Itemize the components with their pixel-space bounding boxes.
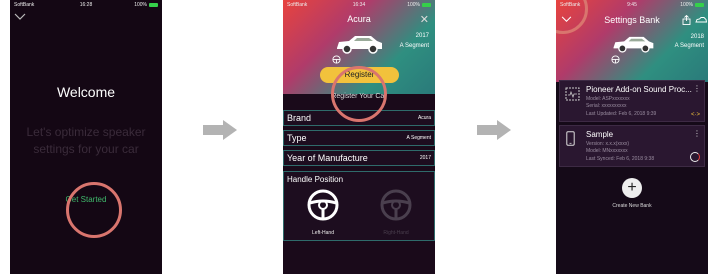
handle-position-panel: Handle Position Left-Hand Right-Hand: [283, 171, 435, 241]
processor-icon: [565, 87, 580, 101]
card-model: Model: MNxxxxxxx: [586, 148, 628, 154]
right-hand-label: Right-Hand: [383, 230, 409, 236]
card-version: Version: x.x.x(xxxx): [586, 141, 630, 147]
right-hand-wheel-icon[interactable]: [379, 188, 413, 222]
year-row[interactable]: Year of Manufacture 2017: [283, 150, 435, 166]
year-value: 2017: [419, 155, 431, 161]
welcome-screen: SoftBank 16:28 100% Welcome Let's optimi…: [10, 0, 162, 274]
type-row[interactable]: Type A Segment: [283, 130, 435, 146]
sync-arrows-icon[interactable]: <·>: [691, 112, 700, 118]
status-bar: SoftBank 16:28 100%: [10, 0, 162, 10]
type-label: Type: [287, 133, 307, 143]
left-hand-wheel-icon[interactable]: [306, 188, 340, 222]
year-label: Year of Manufacture: [287, 153, 368, 163]
add-bank-button[interactable]: +: [622, 178, 642, 198]
card-title: Pioneer Add-on Sound Proc...: [586, 85, 692, 94]
steering-wheel-icon: [332, 55, 341, 64]
car-title: Acura: [347, 14, 371, 24]
car-icon: [613, 36, 654, 53]
status-bar: SoftBank 16:34 100%: [283, 0, 435, 10]
left-hand-label: Left-Hand: [312, 230, 334, 236]
bank-card-sample[interactable]: Sample Version: x.x.x(xxxx) Model: MNxxx…: [559, 125, 705, 167]
close-icon[interactable]: ✕: [420, 13, 429, 26]
bank-card-processor[interactable]: Pioneer Add-on Sound Proc... Model: ASPx…: [559, 80, 705, 122]
clock: 16:28: [79, 2, 93, 8]
next-step-arrow-icon: [203, 120, 237, 140]
card-serial: Serial: xxxxxxxxxx: [586, 103, 627, 109]
brand-value: Acura: [417, 115, 431, 121]
card-synced: Last Synced: Feb 6, 2018 9:38: [586, 156, 655, 162]
more-options-icon[interactable]: ⋮: [693, 84, 701, 93]
car-switch-icon[interactable]: [695, 17, 707, 24]
card-updated: Last Updated: Feb 6, 2018 9:39: [586, 111, 657, 117]
clock: 16:34: [352, 2, 366, 8]
car-segment: A Segment: [674, 43, 704, 49]
register-car-screen: SoftBank 16:34 100% Acura ✕ 2017 A Segme…: [283, 0, 435, 274]
card-model: Model: ASPxxxxxxx: [586, 96, 630, 102]
car-icon: [337, 36, 382, 54]
more-options-icon[interactable]: ⋮: [693, 129, 701, 138]
next-step-arrow-icon: [477, 120, 511, 140]
share-icon[interactable]: [682, 15, 691, 25]
sync-icon[interactable]: [690, 152, 700, 162]
card-title: Sample: [586, 130, 614, 139]
car-year: 2017: [415, 33, 429, 39]
chevron-down-icon[interactable]: [14, 13, 26, 21]
settings-bank-screen: SoftBank 9:45 100% Settings Bank 2018 A …: [556, 0, 708, 274]
create-new-bank-label: Create New Bank: [612, 203, 652, 209]
handle-position-title: Handle Position: [287, 175, 344, 184]
car-segment: A Segment: [399, 43, 429, 49]
steering-wheel-icon: [611, 55, 620, 64]
type-value: A Segment: [406, 135, 431, 141]
highlight-circle: [331, 66, 387, 122]
car-year: 2018: [690, 34, 704, 40]
brand-label: Brand: [287, 113, 312, 123]
welcome-subtitle: Let's optimize speaker settings for your…: [26, 125, 146, 156]
phone-icon: [566, 131, 575, 146]
welcome-heading: Welcome: [56, 84, 116, 100]
highlight-circle: [66, 182, 122, 238]
